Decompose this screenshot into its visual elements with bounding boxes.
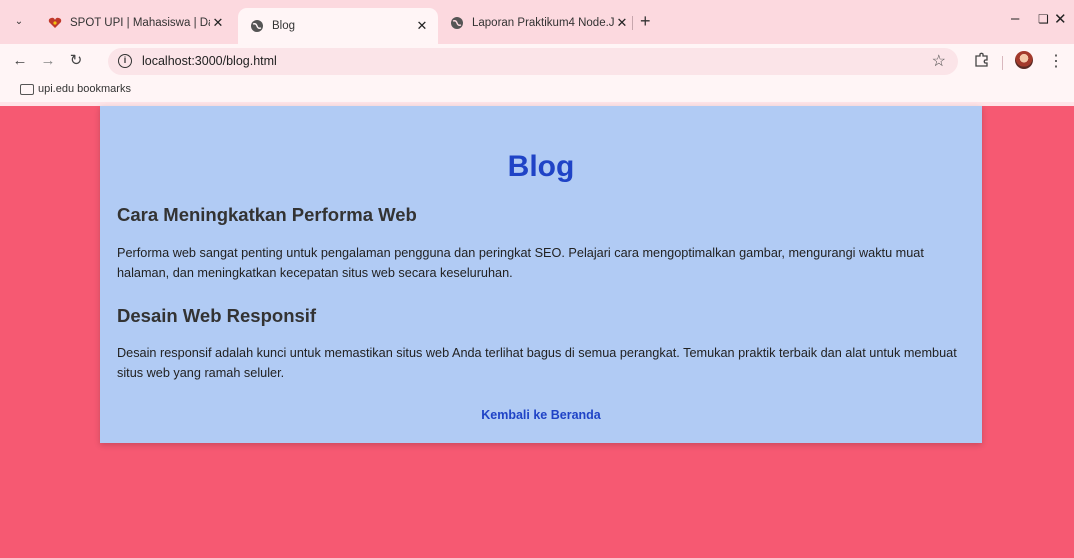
toolbar-divider [1002, 56, 1003, 70]
tab-title: SPOT UPI | Mahasiswa | Dashbo [70, 16, 210, 29]
post-body: Desain responsif adalah kunci untuk mema… [117, 346, 957, 380]
tab-title: Laporan Praktikum4 Node.JS_S [472, 16, 614, 29]
bookmarks-bar: upi.edu bookmarks [0, 78, 1074, 102]
page-viewport: Blog Cara Meningkatkan Performa Web Perf… [0, 106, 1074, 558]
tab-search-icon[interactable]: ⌄ [9, 12, 29, 32]
extensions-icon[interactable] [974, 52, 989, 71]
close-icon[interactable]: ✕ [414, 18, 430, 34]
browser-tab-strip: ⌄ SPOT UPI | Mahasiswa | Dashbo ✕ Blog ✕… [0, 0, 1074, 44]
page-title: Blog [507, 150, 575, 183]
tab-title: Blog [272, 20, 296, 32]
bookmark-folder-icon [20, 84, 34, 95]
bookmark-star-icon[interactable]: ☆ [932, 51, 946, 71]
url-text[interactable]: localhost:3000/blog.html [142, 54, 277, 68]
browser-toolbar: ← → ↻ i localhost:3000/blog.html ☆ ⋮ [0, 44, 1074, 78]
tab-divider [632, 16, 633, 30]
close-icon[interactable]: ✕ [210, 15, 226, 31]
back-to-home-link[interactable]: Kembali ke Beranda [100, 408, 982, 422]
reload-icon[interactable]: ↻ [66, 51, 86, 71]
back-arrow-icon[interactable]: ← [10, 51, 30, 71]
new-tab-button[interactable]: + [640, 12, 651, 30]
post-title: Desain Web Responsif [117, 305, 317, 326]
close-window-icon[interactable]: ✕ [1054, 10, 1067, 28]
profile-avatar[interactable] [1015, 51, 1033, 69]
globe-icon [450, 16, 464, 30]
tab-laporan-praktikum[interactable]: Laporan Praktikum4 Node.JS_S ✕ [438, 8, 638, 37]
bookmark-folder-label[interactable]: upi.edu bookmarks [38, 83, 131, 95]
upi-favicon-icon [48, 16, 62, 30]
site-info-icon[interactable]: i [118, 54, 132, 68]
tab-blog[interactable]: Blog ✕ [238, 8, 438, 44]
close-icon[interactable]: ✕ [614, 15, 630, 31]
blog-container: Blog Cara Meningkatkan Performa Web Perf… [100, 106, 982, 443]
address-bar[interactable]: i localhost:3000/blog.html ☆ [108, 48, 958, 75]
post-body: Performa web sangat penting untuk pengal… [117, 246, 924, 280]
tab-spot-upi[interactable]: SPOT UPI | Mahasiswa | Dashbo ✕ [36, 8, 234, 37]
forward-arrow-icon[interactable]: → [38, 51, 58, 71]
restore-icon[interactable]: ❏ [1038, 12, 1049, 26]
minimize-icon[interactable]: – [1011, 10, 1019, 27]
menu-kebab-icon[interactable]: ⋮ [1048, 51, 1064, 71]
post-title: Cara Meningkatkan Performa Web [117, 204, 417, 225]
globe-icon [250, 19, 264, 33]
